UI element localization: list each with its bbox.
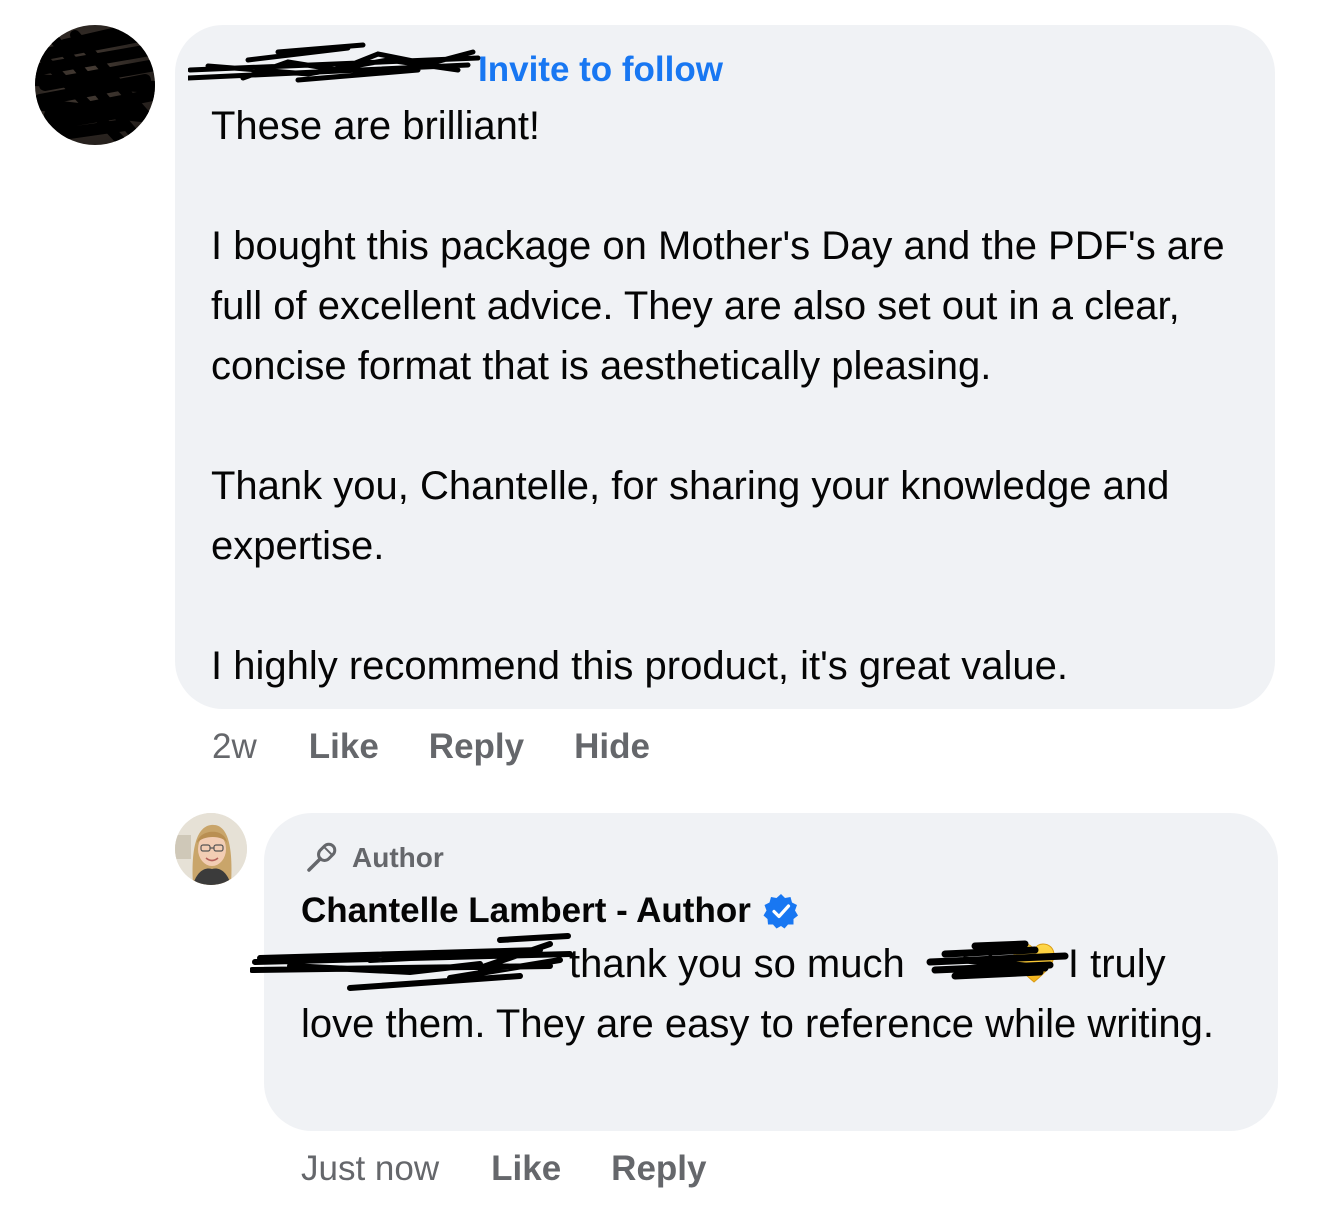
comment-paragraph: Thank you, Chantelle, for sharing your k… — [211, 464, 1170, 568]
reply-button[interactable]: Reply — [429, 727, 524, 767]
reply-author-name[interactable]: Chantelle Lambert - Author — [301, 891, 751, 931]
verified-badge-icon — [763, 894, 798, 929]
microphone-icon — [307, 842, 337, 872]
like-button[interactable]: Like — [309, 727, 379, 767]
reply-actions: Just now Like Reply — [301, 1146, 706, 1192]
reply-first-line: thank you so much ! I truly — [301, 934, 1261, 994]
reply-reply-button[interactable]: Reply — [611, 1149, 706, 1189]
reply-timestamp[interactable]: Just now — [301, 1149, 439, 1189]
reply-text-part1: thank you so much — [569, 942, 905, 986]
invite-to-follow-link[interactable]: Invite to follow — [478, 50, 723, 90]
yellow-heart-icon — [1013, 943, 1055, 983]
reply-like-button[interactable]: Like — [491, 1149, 561, 1189]
reply-author-row: Chantelle Lambert - Author — [301, 888, 799, 934]
reply-text: thank you so much ! I truly love them. T… — [301, 934, 1261, 1054]
comment-actions: 2w Like Reply Hide — [212, 724, 650, 770]
comment-paragraph: I highly recommend this product, it's gr… — [211, 644, 1068, 688]
author-photo — [175, 813, 247, 885]
comment-timestamp[interactable]: 2w — [212, 727, 257, 767]
author-badge: Author — [302, 838, 444, 878]
comment-paragraph: I bought this package on Mother's Day an… — [211, 224, 1225, 388]
reply-text-part2: I truly — [1067, 942, 1166, 986]
mention-link[interactable] — [301, 944, 569, 984]
redaction-scribble — [35, 25, 155, 145]
reply-text-part1-suffix: ! — [984, 942, 996, 986]
comment-paragraph: These are brilliant! — [211, 104, 541, 148]
author-badge-label: Author — [352, 842, 444, 873]
comment-text: These are brilliant! I bought this packa… — [211, 96, 1256, 696]
author-avatar[interactable] — [175, 813, 247, 885]
commenter-avatar[interactable] — [35, 25, 155, 145]
hide-button[interactable]: Hide — [574, 727, 650, 767]
reply-text-rest: love them. They are easy to reference wh… — [301, 1002, 1215, 1046]
